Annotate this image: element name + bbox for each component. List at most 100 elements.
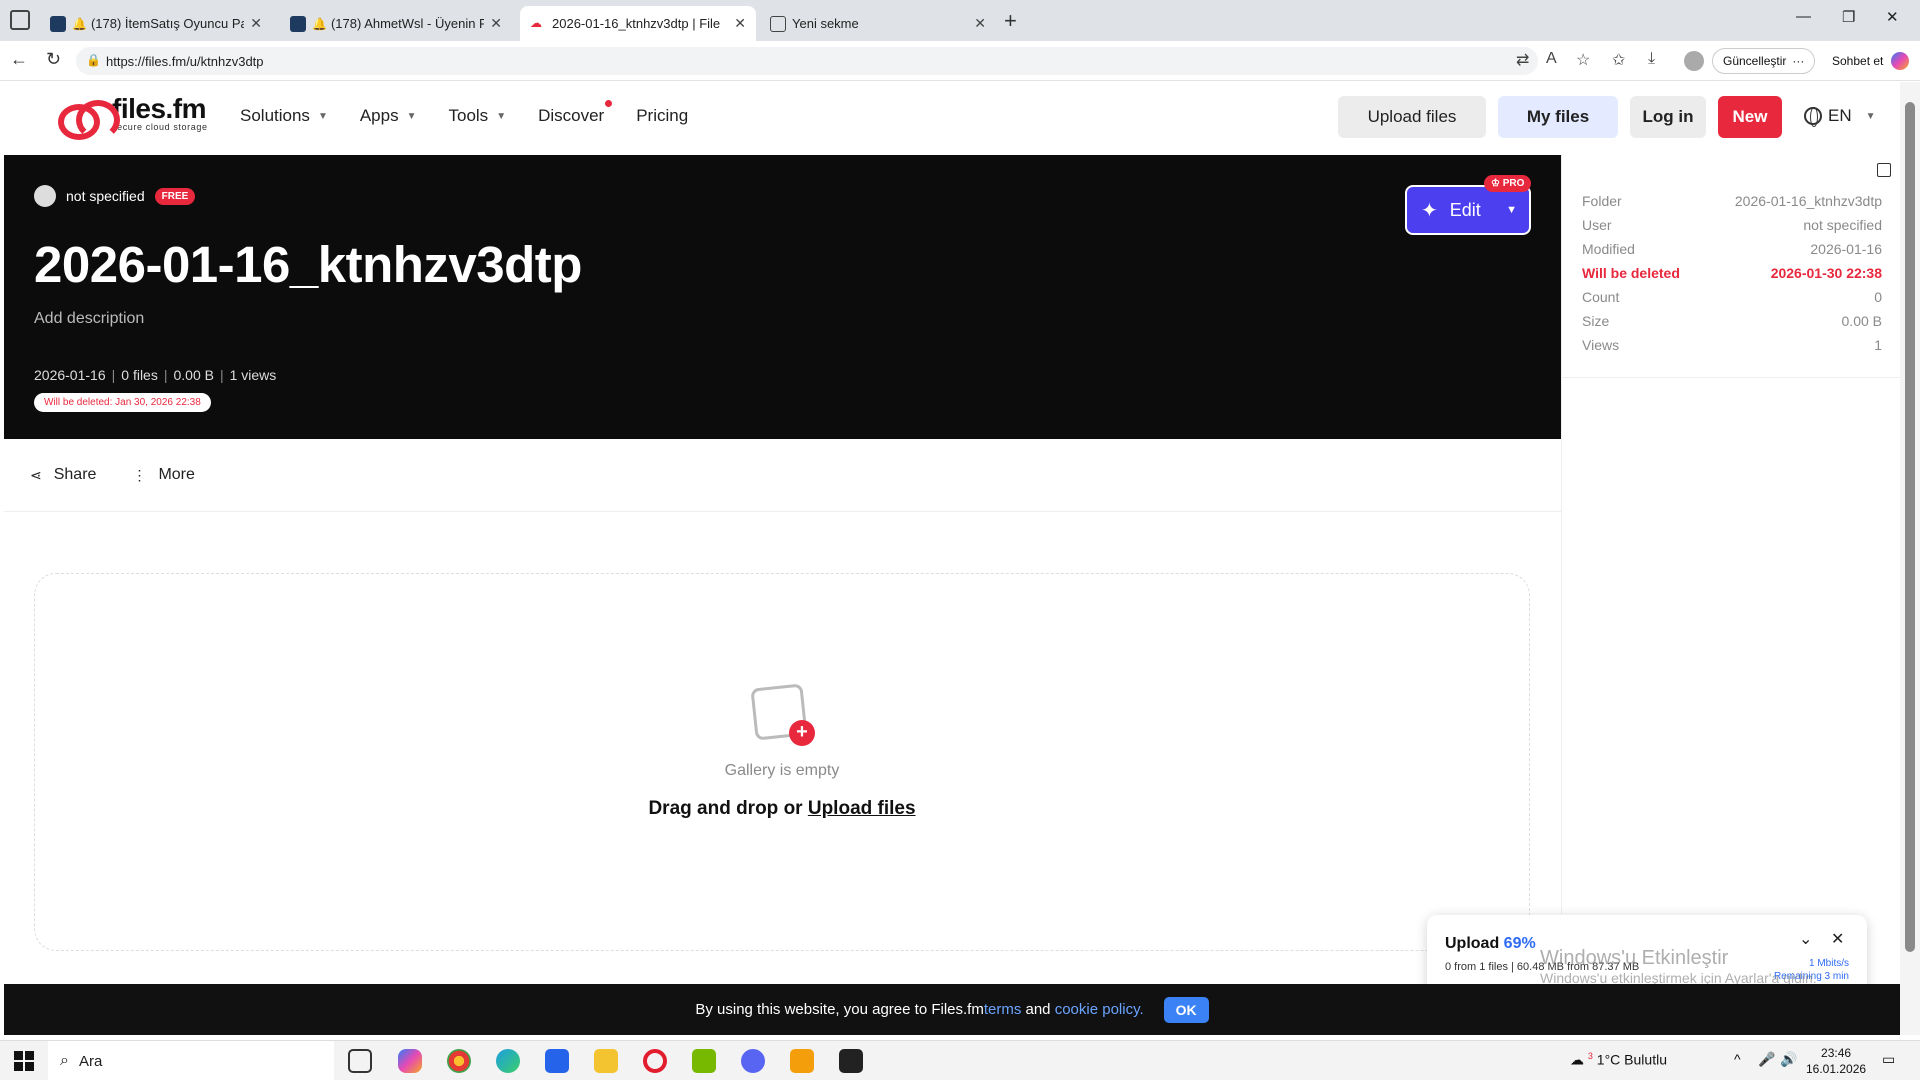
filesfm-logo[interactable]: files.fm secure cloud storage <box>56 95 208 140</box>
translate-icon[interactable]: ⇄ <box>1516 50 1529 70</box>
detail-value: 2026-01-30 22:38 <box>1770 265 1882 281</box>
pro-badge: ♔ PRO <box>1484 175 1532 192</box>
new-indicator-dot <box>605 100 613 107</box>
back-icon[interactable]: ← <box>10 49 28 70</box>
url-bar[interactable]: 🔒 https://files.fm/u/ktnhzv3dtp <box>76 47 1538 75</box>
detail-value: 0.00 B <box>1841 313 1882 329</box>
upload-files-link[interactable]: Upload files <box>808 798 916 819</box>
share-button[interactable]: ⋖ Share <box>30 466 96 484</box>
edit-button[interactable]: ✦ Edit ▼ <box>1405 185 1531 235</box>
volume-icon[interactable]: 🔊 <box>1780 1051 1797 1068</box>
folder-title: 2026-01-16_ktnhzv3dtp <box>34 236 582 293</box>
file-explorer-icon[interactable] <box>594 1049 618 1073</box>
browser-tabstrip: 🔔 (178) İtemSatış Oyuncu Pazarı ✕ 🔔 (178… <box>0 0 1920 41</box>
copilot-chat-button[interactable]: Sohbet et <box>1822 48 1919 74</box>
login-button[interactable]: Log in <box>1630 96 1706 138</box>
upload-dropzone[interactable]: + Gallery is empty Drag and drop or Uplo… <box>34 573 1530 951</box>
browser-tab[interactable]: Yeni sekme ✕ <box>760 6 996 41</box>
microphone-icon[interactable]: 🎤 <box>1758 1051 1775 1068</box>
favorites-icon[interactable]: ✩ <box>1612 50 1625 70</box>
cookie-ok-button[interactable]: OK <box>1163 996 1209 1023</box>
browser-tab[interactable]: 🔔 (178) İtemSatış Oyuncu Pazarı ✕ <box>40 6 272 41</box>
chrome-icon[interactable] <box>447 1049 471 1073</box>
nav-label: Tools <box>448 106 489 125</box>
app-icon[interactable] <box>839 1049 863 1073</box>
update-button[interactable]: Güncelleştir ··· <box>1712 48 1816 74</box>
task-view-icon[interactable] <box>348 1049 372 1073</box>
close-tab-icon[interactable]: ✕ <box>244 15 262 32</box>
page-scrollbar[interactable] <box>1900 82 1920 1035</box>
address-toolbar: ← ↻ 🔒 https://files.fm/u/ktnhzv3dtp ⇄ A … <box>0 41 1920 81</box>
language-selector[interactable]: EN ▼ <box>1804 106 1876 127</box>
game-launcher-icon[interactable] <box>790 1049 814 1073</box>
detail-label: Modified <box>1582 241 1635 257</box>
more-button[interactable]: ⋮ More <box>132 466 194 484</box>
panel-collapse-icon[interactable] <box>1877 163 1891 177</box>
caret-down-icon: ▼ <box>1865 110 1876 122</box>
notifications-icon[interactable]: ▭ <box>1882 1051 1895 1068</box>
cookie-policy-link[interactable]: cookie policy. <box>1055 1001 1144 1018</box>
restore-icon[interactable]: ❐ <box>1842 8 1855 26</box>
folder-stats: 2026-01-16 | 0 files | 0.00 B | 1 views <box>34 367 277 383</box>
cookie-text-and: and <box>1021 1001 1055 1018</box>
edge-icon[interactable] <box>496 1049 520 1073</box>
detail-label: Will be deleted <box>1582 265 1680 281</box>
chevron-down-icon[interactable]: ⌄ <box>1799 929 1812 949</box>
new-tab-icon[interactable]: + <box>1004 8 1017 34</box>
profile-avatar-icon[interactable] <box>1684 51 1704 71</box>
upload-speed-value: 1 Mbits/s <box>1808 958 1849 969</box>
close-window-icon[interactable]: ✕ <box>1886 8 1899 26</box>
edit-label: Edit <box>1449 199 1481 220</box>
owner-name: not specified <box>66 188 145 204</box>
workspaces-icon[interactable] <box>10 10 30 30</box>
nav-discover[interactable]: Discover <box>538 100 613 126</box>
downloads-icon[interactable]: ⤓ <box>1648 50 1655 68</box>
chevron-up-icon[interactable]: ^ <box>1734 1051 1741 1067</box>
caret-down-icon[interactable]: ▼ <box>1506 204 1517 216</box>
upload-files-button[interactable]: Upload files <box>1338 96 1486 138</box>
terms-link[interactable]: terms <box>984 1001 1022 1018</box>
nav-tools[interactable]: Tools ▼ <box>449 106 507 126</box>
taskbar-search[interactable]: ⌕ Ara <box>48 1041 334 1080</box>
pro-label: PRO <box>1502 178 1525 189</box>
tab-title: 2026-01-16_ktnhzv3dtp | Files.fm <box>552 16 720 31</box>
system-clock[interactable]: 23:46 16.01.2026 <box>1806 1045 1866 1077</box>
browser-tab-active[interactable]: ☁ 2026-01-16_ktnhzv3dtp | Files.fm ✕ <box>520 6 756 41</box>
site-info-icon[interactable]: 🔒 <box>86 53 101 67</box>
windows-taskbar: ⌕ Ara ☁ 3 1°C Bulutlu ^ 🎤 🔊 23:46 16.01.… <box>0 1040 1920 1080</box>
nav-apps[interactable]: Apps ▼ <box>360 106 417 126</box>
nav-pricing[interactable]: Pricing <box>636 106 688 126</box>
favorite-star-icon[interactable]: ☆ <box>1576 50 1590 70</box>
nav-label: Apps <box>359 106 399 125</box>
weather-widget[interactable]: ☁ 3 1°C Bulutlu <box>1570 1051 1667 1069</box>
plan-badge: FREE <box>154 187 196 205</box>
nvidia-icon[interactable] <box>692 1049 716 1073</box>
windows-start-icon[interactable] <box>14 1051 34 1071</box>
folder-owner: not specified FREE <box>34 185 196 207</box>
my-files-button[interactable]: My files <box>1498 96 1618 138</box>
upload-percent: 69% <box>1503 935 1536 952</box>
close-icon[interactable]: ✕ <box>1831 929 1844 949</box>
nav-label: Solutions <box>240 106 310 125</box>
close-tab-icon[interactable]: ✕ <box>968 15 986 32</box>
scrollbar-thumb[interactable] <box>1905 102 1915 952</box>
stat-size: 0.00 B <box>173 367 214 383</box>
caret-down-icon: ▼ <box>406 110 417 122</box>
detail-row: Count 0 <box>1582 289 1882 313</box>
close-tab-icon[interactable]: ✕ <box>484 15 502 32</box>
refresh-icon[interactable]: ↻ <box>46 49 61 70</box>
read-aloud-icon[interactable]: A <box>1546 50 1557 68</box>
tab-title: (178) AhmetWsl - Üyenin Profili <box>330 16 485 31</box>
new-button[interactable]: New <box>1718 96 1782 138</box>
discord-icon[interactable] <box>741 1049 765 1073</box>
divider <box>4 511 1561 512</box>
copilot-app-icon[interactable] <box>398 1049 422 1073</box>
caret-down-icon: ▼ <box>317 110 328 122</box>
store-icon[interactable] <box>545 1049 569 1073</box>
browser-tab[interactable]: 🔔 (178) AhmetWsl - Üyenin Profili ✕ <box>280 6 512 41</box>
nav-solutions[interactable]: Solutions ▼ <box>240 106 328 126</box>
opera-icon[interactable] <box>643 1049 667 1073</box>
minimize-icon[interactable]: — <box>1796 8 1811 25</box>
add-description-link[interactable]: Add description <box>34 310 144 328</box>
close-tab-icon[interactable]: ✕ <box>728 15 746 32</box>
